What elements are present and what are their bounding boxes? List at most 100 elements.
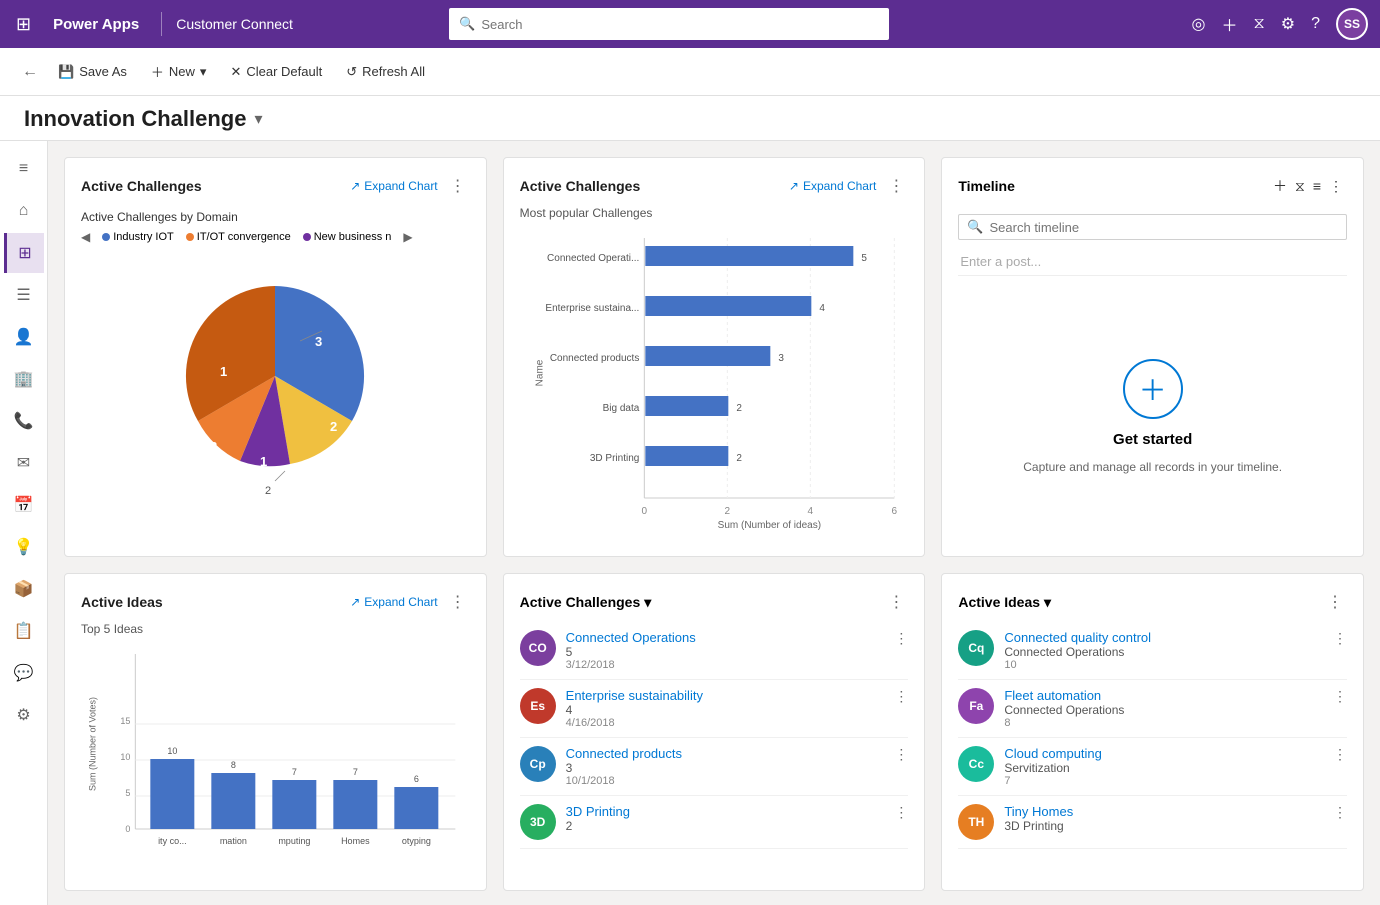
main-scroll-area: Active Challenges ↗ Expand Chart ⋮ Activ… bbox=[48, 141, 1380, 905]
card4-actions: ↗ Expand Chart ⋮ bbox=[350, 590, 469, 614]
svg-text:6: 6 bbox=[414, 774, 419, 784]
new-button[interactable]: ＋ New ▾ bbox=[141, 56, 217, 87]
clear-default-button[interactable]: ✕ Clear Default bbox=[220, 58, 332, 86]
timeline-post-area[interactable]: Enter a post... bbox=[958, 248, 1347, 276]
list2-chevron-icon[interactable]: ▾ bbox=[1044, 594, 1051, 611]
legend-dot-1 bbox=[102, 233, 110, 241]
plus-icon[interactable]: ＋ bbox=[1221, 12, 1237, 36]
timeline-card: Timeline ＋ ⧖ ≡ ⋮ 🔍 Enter a post... ＋ Get… bbox=[941, 157, 1364, 557]
list-item-name-3[interactable]: Connected products bbox=[566, 746, 885, 761]
sidebar-item-calendar[interactable]: 📅 bbox=[4, 485, 44, 525]
idea-item-more-1[interactable]: ⋮ bbox=[1333, 630, 1347, 647]
legend-dot-2 bbox=[186, 233, 194, 241]
idea-item-more-4[interactable]: ⋮ bbox=[1333, 804, 1347, 821]
timeline-more-button[interactable]: ⋮ bbox=[1325, 176, 1347, 197]
top-bar-icons: ◎ ＋ ⧖ ⚙ ? SS bbox=[1192, 8, 1368, 40]
sidebar-item-ideas[interactable]: 💡 bbox=[4, 527, 44, 567]
svg-text:Connected products: Connected products bbox=[549, 353, 639, 364]
idea-item-name-2[interactable]: Fleet automation bbox=[1004, 688, 1323, 703]
idea-item-name-1[interactable]: Connected quality control bbox=[1004, 630, 1323, 645]
grid-icon[interactable]: ⊞ bbox=[12, 10, 35, 39]
timeline-empty-title: Get started bbox=[1113, 431, 1192, 448]
svg-text:Homes: Homes bbox=[341, 836, 370, 846]
expand-chart2-button[interactable]: ↗ Expand Chart bbox=[789, 179, 876, 193]
list-item-content-2: Enterprise sustainability 4 4/16/2018 bbox=[566, 688, 885, 729]
list-item-name-4[interactable]: 3D Printing bbox=[566, 804, 885, 819]
active-ideas-list-card: Active Ideas ▾ ⋮ Cq Connected quality co… bbox=[941, 573, 1364, 891]
idea-item-name-3[interactable]: Cloud computing bbox=[1004, 746, 1323, 761]
target-icon[interactable]: ◎ bbox=[1192, 14, 1206, 34]
sidebar-item-products[interactable]: 📦 bbox=[4, 569, 44, 609]
avatar[interactable]: SS bbox=[1336, 8, 1368, 40]
dashboard-grid: Active Challenges ↗ Expand Chart ⋮ Activ… bbox=[64, 157, 1364, 891]
card4-more-icon[interactable]: ⋮ bbox=[446, 590, 470, 614]
svg-text:Enterprise sustaina...: Enterprise sustaina... bbox=[545, 303, 639, 314]
list-item-sub-1: 5 bbox=[566, 645, 885, 659]
idea-item-content-2: Fleet automation Connected Operations 8 bbox=[1004, 688, 1323, 729]
help-icon[interactable]: ? bbox=[1311, 15, 1320, 33]
page-title: Innovation Challenge bbox=[24, 106, 246, 132]
page-title-chevron-icon[interactable]: ▾ bbox=[254, 109, 262, 129]
sidebar-item-dashboard[interactable]: ⊞ bbox=[4, 233, 44, 273]
global-search-input[interactable] bbox=[481, 17, 879, 32]
horizontal-bar-chart: 0 2 4 6 Sum (Number of ideas) Name Conne… bbox=[520, 228, 909, 538]
card4-title: Active Ideas bbox=[81, 594, 163, 610]
back-button[interactable]: ← bbox=[16, 57, 44, 87]
avatar-cq: Cq bbox=[958, 630, 994, 666]
idea-item-more-3[interactable]: ⋮ bbox=[1333, 746, 1347, 763]
list-item-more-2[interactable]: ⋮ bbox=[894, 688, 908, 705]
list-item-name-1[interactable]: Connected Operations bbox=[566, 630, 885, 645]
expand-chart1-button[interactable]: ↗ Expand Chart bbox=[350, 179, 437, 193]
sidebar-item-home[interactable]: ⌂ bbox=[4, 191, 44, 231]
settings-icon[interactable]: ⚙ bbox=[1281, 14, 1295, 34]
list-item-date-3: 10/1/2018 bbox=[566, 775, 885, 787]
card1-more-icon[interactable]: ⋮ bbox=[446, 174, 470, 198]
sidebar-item-list[interactable]: ☰ bbox=[4, 275, 44, 315]
list-item: 3D 3D Printing 2 ⋮ bbox=[520, 796, 909, 849]
active-challenges-bar-card: Active Challenges ↗ Expand Chart ⋮ Most … bbox=[503, 157, 926, 557]
sidebar-item-email[interactable]: ✉ bbox=[4, 443, 44, 483]
sidebar-item-phone[interactable]: 📞 bbox=[4, 401, 44, 441]
sidebar-item-tasks[interactable]: 📋 bbox=[4, 611, 44, 651]
card1-title: Active Challenges bbox=[81, 178, 202, 194]
timeline-get-started-icon: ＋ bbox=[1123, 359, 1183, 419]
svg-text:mputing: mputing bbox=[278, 836, 310, 846]
svg-text:6: 6 bbox=[891, 506, 897, 517]
list1-chevron-icon[interactable]: ▾ bbox=[644, 594, 651, 611]
timeline-search-input[interactable] bbox=[990, 220, 1338, 235]
card2-more-icon[interactable]: ⋮ bbox=[884, 174, 908, 198]
sidebar-item-settings[interactable]: ⚙ bbox=[4, 695, 44, 735]
timeline-filter-button[interactable]: ⧖ bbox=[1291, 176, 1309, 197]
card5-more-icon[interactable]: ⋮ bbox=[884, 590, 908, 614]
pie-prev-icon[interactable]: ◀ bbox=[81, 230, 90, 244]
legend-dot-3 bbox=[303, 233, 311, 241]
list-item-more-1[interactable]: ⋮ bbox=[894, 630, 908, 647]
svg-text:Name: Name bbox=[534, 359, 545, 386]
sidebar-item-account[interactable]: 🏢 bbox=[4, 359, 44, 399]
list-item-more-3[interactable]: ⋮ bbox=[894, 746, 908, 763]
expand-chart3-button[interactable]: ↗ Expand Chart bbox=[350, 595, 437, 609]
card2-header: Active Challenges ↗ Expand Chart ⋮ bbox=[520, 174, 909, 198]
legend-item-1: Industry IOT bbox=[102, 231, 174, 243]
sidebar-item-menu[interactable]: ≡ bbox=[4, 149, 44, 189]
timeline-add-button[interactable]: ＋ bbox=[1269, 174, 1291, 198]
list-item-more-4[interactable]: ⋮ bbox=[894, 804, 908, 821]
pie-legend: ◀ Industry IOT IT/OT convergence bbox=[81, 230, 470, 244]
save-as-button[interactable]: 💾 Save As bbox=[48, 58, 137, 86]
svg-text:2: 2 bbox=[330, 419, 337, 434]
timeline-columns-button[interactable]: ≡ bbox=[1309, 176, 1325, 196]
filter-icon[interactable]: ⧖ bbox=[1254, 15, 1265, 33]
sidebar-item-chat[interactable]: 💬 bbox=[4, 653, 44, 693]
svg-text:2: 2 bbox=[736, 403, 742, 414]
card6-more-icon[interactable]: ⋮ bbox=[1323, 590, 1347, 614]
refresh-all-button[interactable]: ↺ Refresh All bbox=[336, 58, 435, 86]
list-item-name-2[interactable]: Enterprise sustainability bbox=[566, 688, 885, 703]
idea-item-more-2[interactable]: ⋮ bbox=[1333, 688, 1347, 705]
pie-next-icon[interactable]: ▶ bbox=[403, 230, 412, 244]
idea-item-content-1: Connected quality control Connected Oper… bbox=[1004, 630, 1323, 671]
sidebar-item-contact[interactable]: 👤 bbox=[4, 317, 44, 357]
vertical-bar-chart: Sum (Number of Votes) 0 5 10 15 10 bbox=[81, 644, 470, 874]
idea-item-name-4[interactable]: Tiny Homes bbox=[1004, 804, 1323, 819]
legend-item-3: New business n bbox=[303, 231, 392, 243]
list-item-date-2: 4/16/2018 bbox=[566, 717, 885, 729]
